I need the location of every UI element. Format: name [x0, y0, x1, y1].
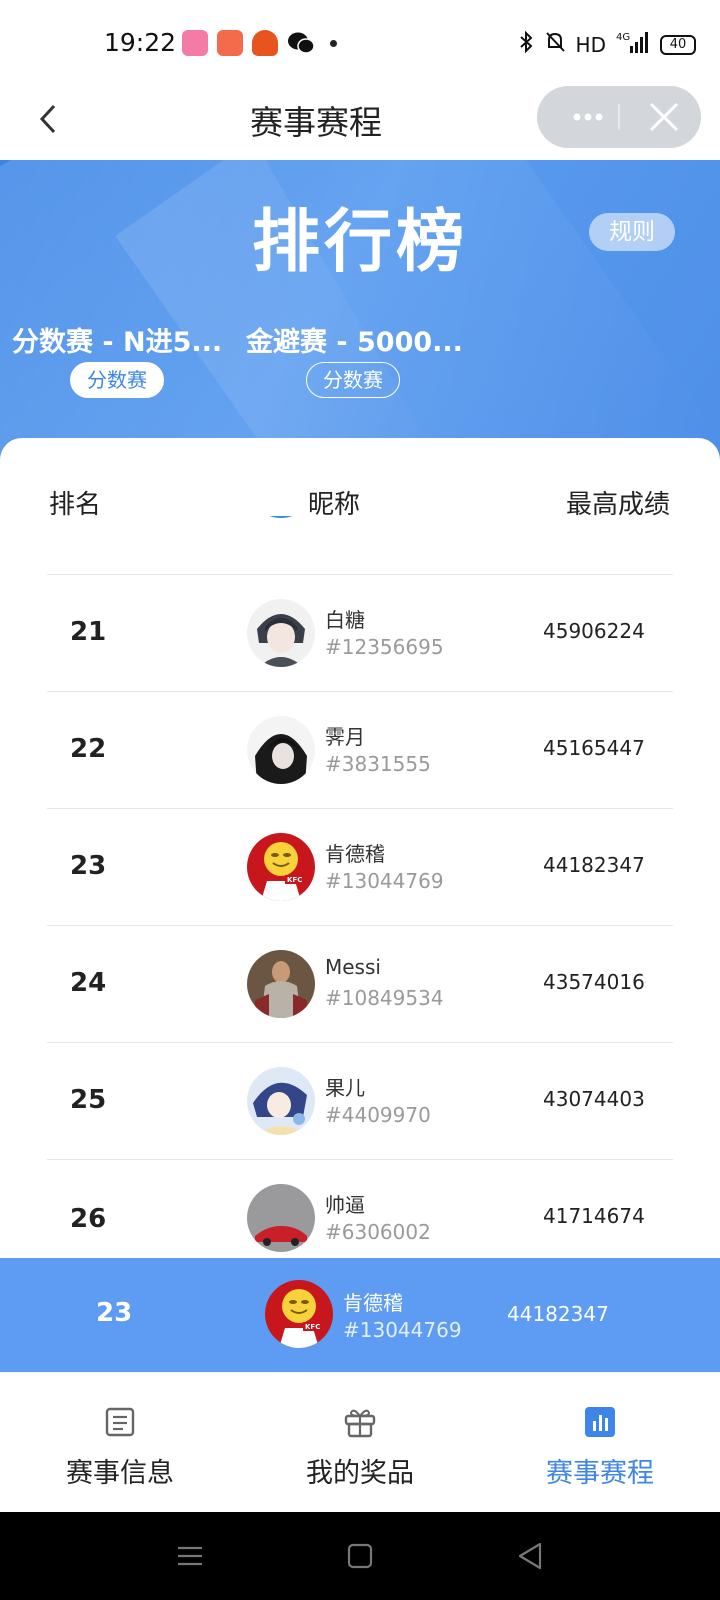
anime-girl-avatar: [247, 1067, 315, 1135]
nav-bar: 赛事赛程: [0, 82, 720, 160]
user-id: #6306002: [325, 1220, 431, 1244]
anime-boy-avatar: [247, 599, 315, 667]
status-bar: 19:22 HD 4G 40: [0, 0, 720, 82]
leaderboard-panel: 排名 昵称 最高成绩 20 #15025156 21 白糖 #12356695 …: [0, 438, 720, 1258]
signal-icon: 4G: [616, 30, 650, 59]
user-nickname: Messi: [325, 955, 381, 979]
user-nickname: 果儿: [325, 1076, 365, 1100]
bilibili-icon: [182, 30, 208, 56]
leaderboard-list[interactable]: 20 #15025156 21 白糖 #12356695 45906224 22…: [0, 516, 720, 1258]
red-car-avatar: [247, 1184, 315, 1252]
user-score: 45906224: [543, 619, 645, 643]
rank-number: 23: [70, 851, 107, 881]
bluetooth-icon: [518, 30, 534, 59]
table-row[interactable]: 24 Messi #10849534 43574016: [0, 926, 720, 1043]
mini-program-capsule: [537, 86, 701, 148]
close-icon: [649, 102, 679, 132]
user-score: 45165447: [543, 736, 645, 760]
my-nickname: 肯德稽: [343, 1291, 403, 1315]
user-nickname: 霁月: [325, 725, 365, 749]
bar-chart-icon: [585, 1407, 615, 1437]
dark-anime-avatar: [247, 716, 315, 784]
tab-my-prizes[interactable]: 我的奖品: [240, 1373, 480, 1513]
kuaishou-icon: [217, 30, 243, 56]
tab-event-info[interactable]: 赛事信息: [0, 1373, 240, 1513]
rank-number: 24: [70, 968, 107, 998]
tab-schedule[interactable]: 赛事赛程: [480, 1373, 720, 1513]
user-id: #10849534: [325, 986, 444, 1010]
wechat-icon: [287, 30, 315, 56]
user-id: #12356695: [325, 635, 444, 659]
user-nickname: 白糖: [325, 608, 365, 632]
system-navigation-bar: [0, 1512, 720, 1600]
mute-bell-icon: [544, 30, 566, 59]
more-button[interactable]: [559, 86, 617, 148]
table-row[interactable]: 21 白糖 #12356695 45906224: [0, 575, 720, 692]
competition-name: 金避赛 - 5000...: [246, 327, 463, 358]
user-id: #4409970: [325, 1103, 431, 1127]
user-score: 43074403: [543, 1087, 645, 1111]
network-type: HD: [575, 32, 606, 57]
rules-button[interactable]: 规则: [589, 213, 675, 251]
back-triangle-icon[interactable]: [512, 1538, 548, 1574]
status-app-icons: [182, 30, 337, 56]
table-row[interactable]: 22 霁月 #3831555 45165447: [0, 692, 720, 809]
table-row[interactable]: 23 KFC 肯德稽 #13044769 44182347: [0, 809, 720, 926]
user-id: #3831555: [325, 752, 431, 776]
table-row[interactable]: 25 果儿 #4409970 43074403: [0, 1043, 720, 1160]
status-time: 19:22: [104, 28, 177, 57]
table-row[interactable]: 26 帅逼 #6306002 41714674: [0, 1160, 720, 1258]
battery-indicator: 40: [660, 34, 696, 55]
user-score: 44182347: [543, 853, 645, 877]
menu-icon[interactable]: [172, 1538, 208, 1574]
user-id: #15025156: [325, 516, 444, 520]
taobao-icon: [252, 30, 278, 56]
rank-number: 26: [70, 1204, 107, 1234]
leaderboard-banner: 排行榜 规则 分数赛 - N进5... 分数赛 金避赛 - 5000... 分数…: [0, 160, 720, 460]
messi-avatar: [247, 950, 315, 1018]
rank-number: 21: [70, 617, 107, 647]
tab-label: 赛事赛程: [546, 1458, 654, 1489]
user-score: 41714674: [543, 1204, 645, 1228]
kfc-smiley-avatar: KFC: [247, 833, 315, 901]
svg-text:KFC: KFC: [287, 876, 302, 884]
my-score: 44182347: [507, 1302, 609, 1326]
document-icon: [105, 1407, 135, 1437]
home-icon[interactable]: [342, 1538, 378, 1574]
user-nickname: 肯德稽: [325, 842, 385, 866]
status-indicators: HD 4G 40: [518, 30, 696, 59]
competition-type-tag: 分数赛: [306, 362, 400, 398]
svg-text:4G: 4G: [616, 32, 630, 43]
gift-icon: [344, 1409, 376, 1438]
blue-avatar: [247, 516, 315, 518]
my-user-id: #13044769: [343, 1318, 462, 1342]
competition-type-tag: 分数赛: [70, 362, 164, 398]
competition-tab-1[interactable]: 分数赛 - N进5... 分数赛: [12, 320, 223, 398]
competition-tab-2[interactable]: 金避赛 - 5000... 分数赛: [246, 320, 463, 398]
tab-label: 赛事信息: [66, 1458, 174, 1489]
tab-label: 我的奖品: [306, 1458, 414, 1489]
user-score: 43574016: [543, 970, 645, 994]
more-dots-icon: [573, 113, 603, 121]
table-row[interactable]: 20 #15025156: [0, 516, 720, 575]
user-nickname: 帅逼: [325, 1193, 365, 1217]
competition-name: 分数赛 - N进5...: [12, 327, 223, 358]
rank-number: 25: [70, 1085, 107, 1115]
svg-text:KFC: KFC: [305, 1323, 320, 1331]
capsule-divider: [618, 104, 620, 130]
my-rank-bar: 23 KFC 肯德稽 #13044769 44182347: [0, 1258, 720, 1372]
rank-number: 22: [70, 734, 107, 764]
kfc-smiley-avatar: KFC: [265, 1280, 333, 1348]
my-rank-number: 23: [96, 1298, 133, 1328]
close-button[interactable]: [637, 86, 691, 148]
notification-dot: [330, 39, 337, 47]
bottom-tab-bar: 赛事信息 我的奖品 赛事赛程: [0, 1372, 720, 1512]
user-id: #13044769: [325, 869, 444, 893]
